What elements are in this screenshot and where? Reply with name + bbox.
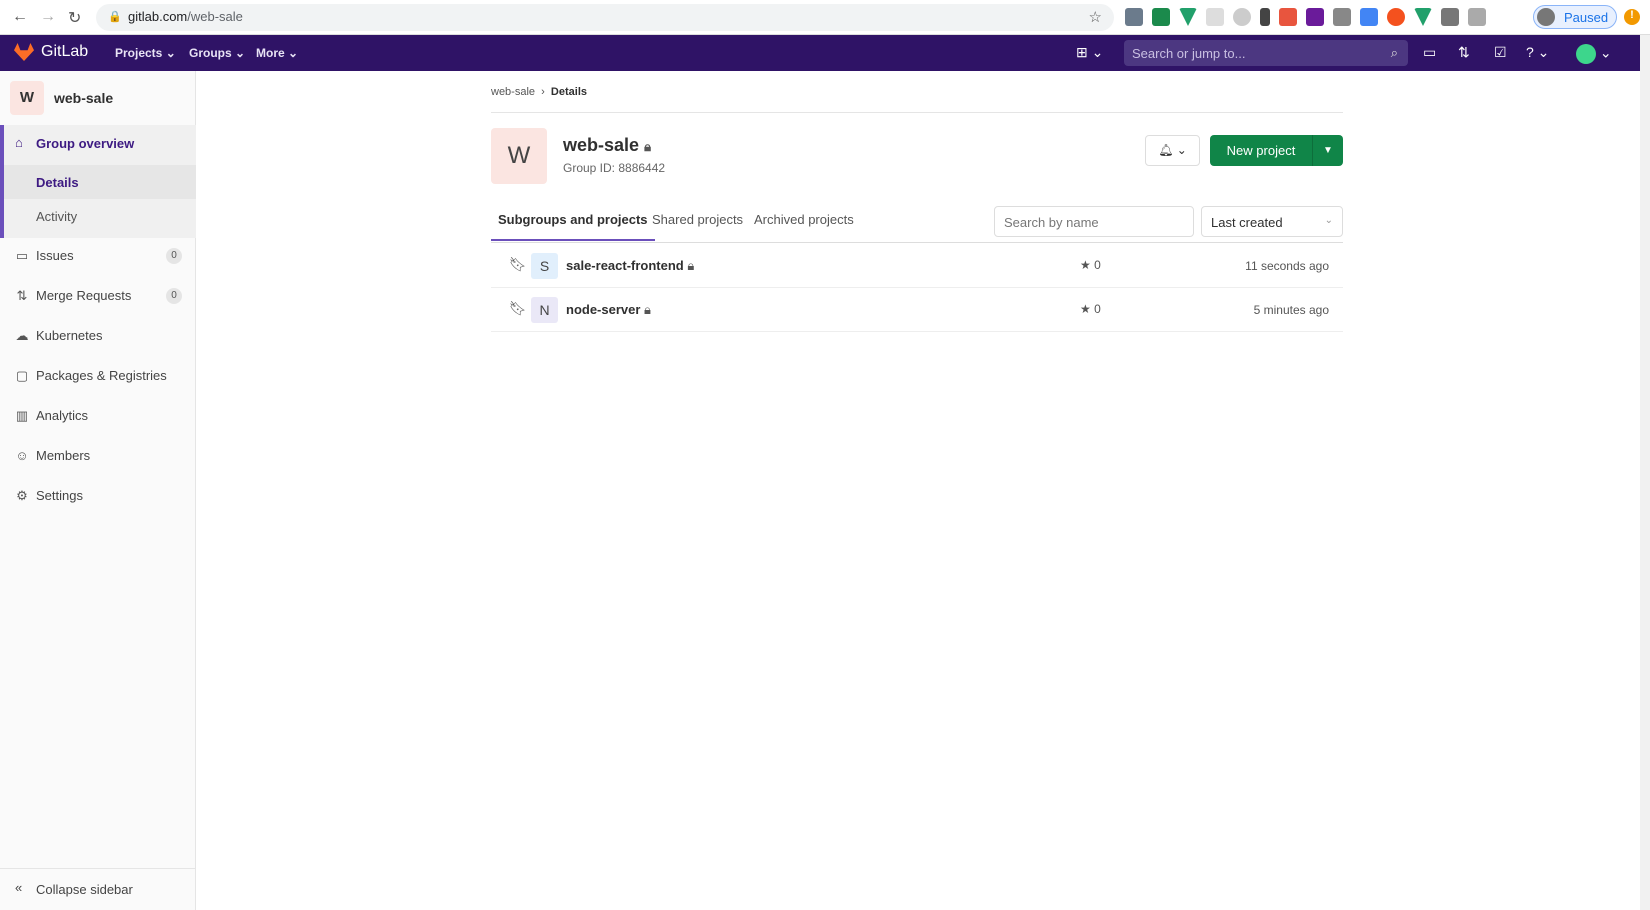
projects-menu[interactable]: Projects ⌄: [115, 46, 176, 60]
package-icon: ▢: [15, 368, 29, 383]
more-menu[interactable]: More ⌄: [256, 46, 298, 60]
bell-icon: 🔔︎: [1158, 143, 1174, 157]
extension-icon[interactable]: [1152, 8, 1170, 26]
camera-icon[interactable]: [1333, 8, 1351, 26]
page-scrollbar[interactable]: [1640, 35, 1650, 910]
tab-archived-projects[interactable]: Archived projects: [754, 212, 854, 227]
search-by-name-input[interactable]: Search by name: [994, 206, 1194, 237]
reload-icon[interactable]: ↻: [68, 8, 81, 28]
extensions: [1125, 8, 1486, 26]
members-icon: ☺: [15, 448, 29, 463]
kubernetes-icon: ☁: [15, 328, 29, 343]
merge-request-icon[interactable]: ⇅: [1458, 44, 1470, 61]
vue-icon[interactable]: [1414, 8, 1432, 26]
issues-icon: ▭: [15, 248, 29, 263]
back-icon[interactable]: ←: [12, 8, 28, 26]
issues-icon[interactable]: ▭: [1423, 44, 1436, 61]
profile-button[interactable]: Paused: [1533, 5, 1617, 29]
extension-icon[interactable]: [1206, 8, 1224, 26]
user-avatar-icon[interactable]: ⌄: [1576, 44, 1612, 64]
tab-subgroups-and-projects[interactable]: Subgroups and projects: [491, 212, 655, 241]
count-badge: 0: [166, 288, 182, 304]
sidebar-item-kubernetes[interactable]: ☁ Kubernetes: [0, 317, 196, 357]
address-bar[interactable]: 🔒 gitlab.com/web-sale ☆: [96, 4, 1114, 31]
project-avatar: N: [531, 297, 558, 323]
double-chevron-left-icon: «: [15, 880, 23, 895]
extension-icon[interactable]: [1441, 8, 1459, 26]
help-icon[interactable]: ? ⌄: [1526, 44, 1549, 61]
group-id: Group ID: 8886442: [563, 161, 666, 175]
tab-shared-projects[interactable]: Shared projects: [652, 212, 743, 227]
group-overview-section: ⌂ Group overview Details Activity: [0, 125, 196, 238]
sidebar: Wweb-sale ⌂ Group overview Details Activi…: [0, 71, 196, 910]
bookmark-star-icon[interactable]: ☆: [1089, 8, 1102, 26]
forward-icon[interactable]: →: [40, 8, 56, 26]
bookmark-icon: 🔖︎: [509, 256, 527, 272]
sidebar-item-members[interactable]: ☺ Members: [0, 437, 196, 477]
project-avatar: S: [531, 253, 558, 279]
chevron-down-icon: ⌄: [1324, 215, 1333, 226]
sidebar-item-group-overview[interactable]: ⌂ Group overview: [4, 125, 196, 165]
divider: [491, 112, 1343, 113]
search-input[interactable]: Search or jump to... ⌕: [1124, 40, 1408, 66]
chevron-down-icon[interactable]: ▼: [1312, 135, 1343, 166]
gitlab-logo[interactable]: GitLab: [14, 43, 88, 61]
search-icon: ⌕: [1390, 45, 1398, 60]
collapse-sidebar-button[interactable]: «Collapse sidebar: [0, 868, 196, 910]
extension-icon[interactable]: [1233, 8, 1251, 26]
translate-icon[interactable]: [1360, 8, 1378, 26]
sidebar-item-issues[interactable]: ▭ Issues 0: [0, 237, 196, 277]
browser-toolbar: ← → ↻ 🔒 gitlab.com/web-sale ☆ Paused !: [0, 0, 1650, 35]
sidebar-item-merge-requests[interactable]: ⇅ Merge Requests 0: [0, 277, 196, 317]
groups-menu[interactable]: Groups ⌄: [189, 46, 245, 60]
project-name[interactable]: node-server 🔒︎: [566, 302, 651, 318]
analytics-icon: ▥: [15, 408, 29, 423]
sidebar-item-analytics[interactable]: ▥ Analytics: [0, 397, 196, 437]
sidebar-item-settings[interactable]: ⚙ Settings: [0, 477, 196, 517]
group-header[interactable]: Wweb-sale: [10, 81, 113, 115]
notification-dropdown[interactable]: 🔔︎ ⌄: [1145, 135, 1200, 166]
tanuki-icon: [14, 43, 34, 61]
updated-time: 5 minutes ago: [1253, 303, 1329, 317]
lock-icon: 🔒︎: [687, 258, 695, 273]
breadcrumb-current: Details: [550, 86, 587, 98]
project-row[interactable]: 🔖︎ S sale-react-frontend 🔒︎ ★ 0 11 secon…: [491, 244, 1343, 288]
group-avatar: W: [491, 128, 547, 184]
todo-icon[interactable]: ☑: [1494, 44, 1507, 61]
group-avatar: W: [10, 81, 44, 115]
home-icon: ⌂: [15, 135, 23, 150]
update-icon[interactable]: !: [1624, 9, 1640, 25]
new-project-button-group: New project ▼: [1210, 135, 1343, 166]
extension-icon[interactable]: [1306, 8, 1324, 26]
sort-dropdown[interactable]: Last created ⌄: [1201, 206, 1343, 237]
settings-icon: ⚙: [16, 488, 28, 503]
page-title: web-sale 🔒︎: [563, 135, 651, 155]
project-name[interactable]: sale-react-frontend 🔒︎: [566, 258, 694, 274]
new-project-button[interactable]: New project: [1210, 135, 1312, 166]
bookmark-icon: 🔖︎: [509, 300, 527, 316]
lock-icon: 🔒︎: [644, 302, 651, 317]
merge-request-icon: ⇅: [16, 288, 28, 303]
vue-icon[interactable]: [1179, 8, 1197, 26]
extension-icon[interactable]: [1125, 8, 1143, 26]
extension-icon[interactable]: [1260, 8, 1270, 26]
gitlab-navbar: GitLab Projects ⌄ Groups ⌄ More ⌄ ⊞ ⌄ Se…: [0, 35, 1640, 71]
sidebar-item-activity[interactable]: Activity: [4, 199, 196, 233]
star-count: ★ 0: [1080, 302, 1101, 316]
sidebar-item-packages[interactable]: ▢ Packages & Registries: [0, 357, 196, 397]
extension-icon[interactable]: [1468, 8, 1486, 26]
new-dropdown-icon[interactable]: ⊞ ⌄: [1076, 44, 1103, 61]
lock-icon: 🔒: [108, 11, 122, 23]
avatar: [1537, 8, 1555, 26]
project-row[interactable]: 🔖︎ N node-server 🔒︎ ★ 0 5 minutes ago: [491, 288, 1343, 332]
star-count: ★ 0: [1080, 258, 1101, 272]
updated-time: 11 seconds ago: [1245, 259, 1329, 273]
extension-icon[interactable]: [1387, 8, 1405, 26]
count-badge: 0: [166, 248, 182, 264]
extension-icon[interactable]: [1279, 8, 1297, 26]
breadcrumb-link[interactable]: web-sale: [491, 86, 535, 98]
sidebar-item-details[interactable]: Details: [4, 165, 196, 199]
lock-icon: 🔒︎: [644, 139, 651, 154]
breadcrumb: web-sale › Details: [491, 86, 587, 98]
